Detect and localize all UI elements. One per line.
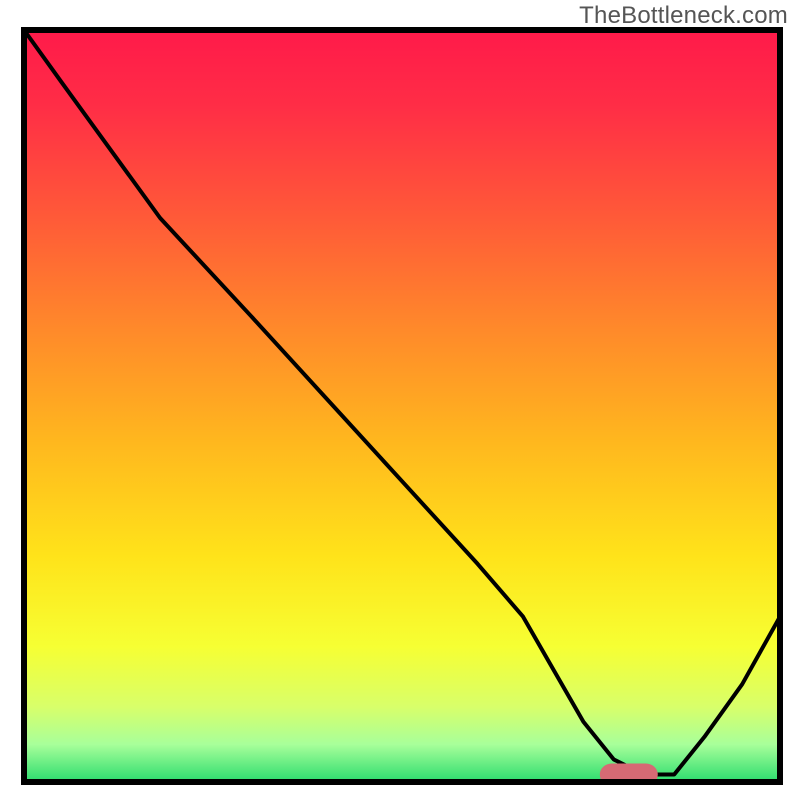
gradient-background bbox=[24, 30, 780, 782]
bottleneck-chart bbox=[0, 0, 800, 800]
watermark-text: TheBottleneck.com bbox=[579, 2, 788, 30]
chart-container: TheBottleneck.com bbox=[0, 0, 800, 800]
